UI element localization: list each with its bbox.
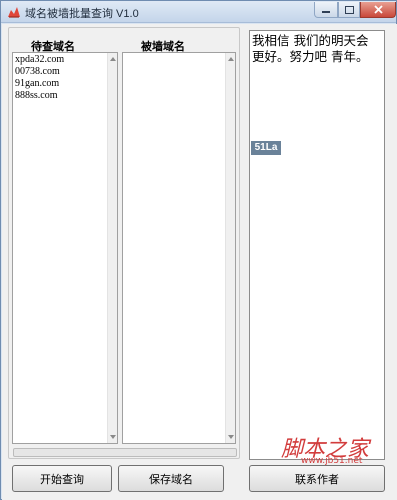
list-item[interactable]: 888ss.com xyxy=(15,90,64,102)
start-query-button[interactable]: 开始查询 xyxy=(12,465,112,492)
list-item[interactable]: 00738.com xyxy=(15,66,64,78)
stats-badge[interactable]: 51La xyxy=(251,141,281,155)
scroll-down-icon[interactable] xyxy=(228,435,234,439)
pending-scrollbar[interactable] xyxy=(107,53,117,443)
slogan-text: 我相信 我们的明天会更好。努力吧 青年。 xyxy=(252,33,369,64)
domain-lists-group: 待查域名 被墙域名 xpda32.com 00738.com 91gan.com… xyxy=(8,27,240,459)
window-title: 域名被墙批量查询 V1.0 xyxy=(25,8,139,20)
watermark-url: www.jb51.net xyxy=(301,456,363,466)
title-bar[interactable]: 域名被墙批量查询 V1.0 xyxy=(1,1,396,23)
contact-author-button[interactable]: 联系作者 xyxy=(249,465,385,492)
list-item[interactable]: xpda32.com xyxy=(15,54,64,66)
progress-bar xyxy=(13,448,237,457)
app-window: 域名被墙批量查询 V1.0 待查域名 被墙域名 xpda32.com 00738… xyxy=(0,0,397,500)
blocked-scrollbar[interactable] xyxy=(225,53,235,443)
client-area: 待查域名 被墙域名 xpda32.com 00738.com 91gan.com… xyxy=(2,24,397,500)
list-item[interactable]: 91gan.com xyxy=(15,78,64,90)
save-domains-button[interactable]: 保存域名 xyxy=(118,465,224,492)
scroll-up-icon[interactable] xyxy=(110,57,116,61)
scroll-down-icon[interactable] xyxy=(110,435,116,439)
pending-items: xpda32.com 00738.com 91gan.com 888ss.com xyxy=(15,54,64,102)
scroll-up-icon[interactable] xyxy=(228,57,234,61)
minimize-button[interactable] xyxy=(314,2,338,18)
maximize-button[interactable] xyxy=(338,2,360,18)
app-logo-icon xyxy=(8,7,20,18)
maximize-icon xyxy=(344,5,354,14)
close-button[interactable] xyxy=(360,2,396,18)
pending-domains-list[interactable]: xpda32.com 00738.com 91gan.com 888ss.com xyxy=(12,52,118,444)
close-icon xyxy=(373,5,383,14)
web-panel[interactable]: 我相信 我们的明天会更好。努力吧 青年。 51La xyxy=(249,30,385,460)
blocked-domains-list[interactable] xyxy=(122,52,236,444)
minimize-icon xyxy=(322,10,330,13)
